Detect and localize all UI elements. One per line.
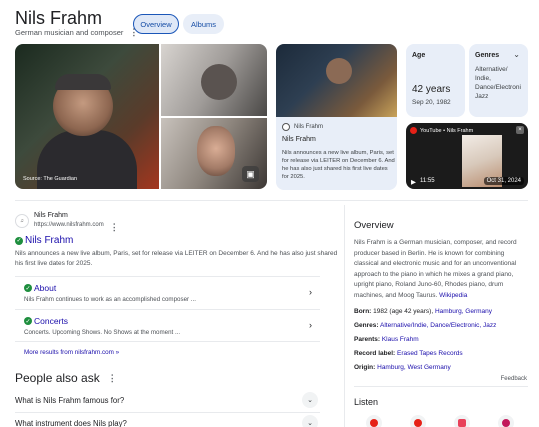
news-title: Nils Frahm xyxy=(282,136,316,143)
chevron-right-icon[interactable]: › xyxy=(309,320,312,330)
youtube-music-icon[interactable] xyxy=(366,415,382,427)
fact-link[interactable]: Alternative/Indie, Dance/Electronic, Jaz… xyxy=(380,322,496,329)
photo-top-right[interactable] xyxy=(161,44,267,116)
photo-cap xyxy=(55,74,111,90)
news-source: Nils Frahm xyxy=(282,123,323,131)
tab-albums[interactable]: Albums xyxy=(183,14,224,34)
sublink-title-text[interactable]: About xyxy=(34,283,56,293)
video-source: YouTube • Nils Frahm xyxy=(410,127,473,134)
paa-question-text[interactable]: What instrument does Nils play? xyxy=(15,419,127,427)
more-results-link[interactable]: More results from nilsfrahm.com » xyxy=(24,349,119,356)
chevron-right-icon[interactable]: › xyxy=(309,287,312,297)
fact-value: 1982 (age 42 years), xyxy=(373,308,434,315)
sublink-title-text[interactable]: Concerts xyxy=(34,316,68,326)
news-image xyxy=(276,44,397,117)
apple-music-icon[interactable] xyxy=(454,415,470,427)
fact-link[interactable]: Erased Tapes Records xyxy=(397,350,463,357)
sublink-concerts[interactable]: ✓ Concerts Concerts. Upcoming Shows. No … xyxy=(15,309,320,342)
wikipedia-link[interactable]: Wikipedia xyxy=(439,292,467,299)
subtitle-text: German musician and composer xyxy=(15,28,124,37)
overview-description: Nils Frahm is a German musician, compose… xyxy=(354,238,524,301)
chevron-down-icon[interactable]: ⌄ xyxy=(302,415,318,427)
check-icon: ✓ xyxy=(15,236,23,245)
video-source-label: YouTube • Nils Frahm xyxy=(420,127,474,134)
fact-genres: Genres: Alternative/Indie, Dance/Electro… xyxy=(354,322,496,329)
result-title-link[interactable]: ✓ Nils Frahm xyxy=(15,235,73,246)
panel-divider xyxy=(344,205,345,427)
image-caption: Source: The Guardian xyxy=(23,176,78,182)
sublink-title[interactable]: ✓ About xyxy=(24,283,56,293)
check-icon: ✓ xyxy=(24,317,32,325)
result-snippet: Nils announces a new live album, Paris, … xyxy=(15,250,338,267)
genres-value: Alternative/ Indie, Dance/Electroni Jazz xyxy=(475,66,521,100)
paa-question[interactable]: What instrument does Nils play? ⌄ xyxy=(15,414,320,427)
sublink-about[interactable]: ✓ About Nils Frahm continues to work as … xyxy=(15,276,320,308)
sublink-desc: Nils Frahm continues to work as an accom… xyxy=(24,296,196,303)
fact-link[interactable]: Klaus Frahm xyxy=(382,336,419,343)
overview-title: Overview xyxy=(354,220,394,231)
news-source-name: Nils Frahm xyxy=(294,124,324,130)
paa-heading: People also ask ⋮ xyxy=(15,371,117,385)
check-icon: ✓ xyxy=(24,284,32,292)
paa-question-text[interactable]: What is Nils Frahm famous for? xyxy=(15,396,124,405)
spotify-icon[interactable] xyxy=(410,415,426,427)
sublink-desc: Concerts. Upcoming Shows. No Shows at th… xyxy=(24,329,181,336)
fact-link[interactable]: Hamburg, Germany xyxy=(435,308,492,315)
news-snippet: Nils announces a new live album, Paris, … xyxy=(282,150,395,180)
overview-text: Nils Frahm is a German musician, compose… xyxy=(354,239,517,299)
site-url: https://www.nilsfrahm.com ⋮ xyxy=(34,222,119,233)
video-card[interactable]: YouTube • Nils Frahm × ▶ 11:55 Oct 31, 2… xyxy=(406,123,528,189)
paa-question[interactable]: What is Nils Frahm famous for? ⌄ xyxy=(15,391,320,413)
section-divider xyxy=(15,200,528,201)
fact-label: Parents: xyxy=(354,336,381,343)
fact-link[interactable]: Hamburg, West Germany xyxy=(377,364,451,371)
section-divider xyxy=(354,386,528,387)
fact-origin: Origin: Hamburg, West Germany xyxy=(354,364,451,371)
genres-card[interactable]: Genres ⌄ Alternative/ Indie, Dance/Elect… xyxy=(469,44,528,117)
page-title: Nils Frahm xyxy=(15,8,103,28)
feedback-link[interactable]: Feedback xyxy=(501,376,527,382)
fact-record-label: Record label: Erased Tapes Records xyxy=(354,350,463,357)
photo-face xyxy=(197,126,235,176)
genres-label: Genres xyxy=(475,52,500,59)
age-card[interactable]: Age 42 years Sep 20, 1982 xyxy=(406,44,465,117)
image-icon[interactable]: ▣ xyxy=(242,166,259,182)
result-title[interactable]: Nils Frahm xyxy=(25,235,73,246)
site-logo-icon[interactable]: ♫ xyxy=(15,214,29,228)
site-favicon-icon xyxy=(282,123,290,131)
age-label: Age xyxy=(412,52,426,59)
fact-label: Origin: xyxy=(354,364,376,371)
more-options-icon[interactable]: ⋮ xyxy=(108,373,117,384)
tab-overview[interactable]: Overview xyxy=(133,14,179,34)
news-card[interactable]: Nils Frahm Nils Frahm Nils announces a n… xyxy=(276,44,397,190)
fact-born: Born: 1982 (age 42 years), Hamburg, Germ… xyxy=(354,308,492,315)
play-icon[interactable]: ▶ xyxy=(411,178,416,186)
video-date: Oct 31, 2024 xyxy=(483,177,524,185)
fact-label: Record label: xyxy=(354,350,396,357)
photo-figure xyxy=(201,64,237,100)
page-subtitle: German musician and composer ⋮ xyxy=(15,27,138,38)
fact-label: Genres: xyxy=(354,322,379,329)
listen-title: Listen xyxy=(354,397,379,407)
age-value: 42 years xyxy=(412,84,451,95)
video-duration: 11:55 xyxy=(420,178,435,184)
main-photo[interactable] xyxy=(15,44,159,189)
chevron-down-icon[interactable]: ⌄ xyxy=(302,392,318,408)
fact-label: Born: xyxy=(354,308,372,315)
paa-title: People also ask xyxy=(15,371,100,385)
news-photo-figure xyxy=(326,58,352,84)
birth-date: Sep 20, 1982 xyxy=(412,99,451,106)
close-icon[interactable]: × xyxy=(516,126,524,134)
youtube-icon xyxy=(410,127,417,134)
chevron-down-icon[interactable]: ⌄ xyxy=(513,50,520,59)
site-name[interactable]: Nils Frahm xyxy=(34,212,68,219)
more-options-icon[interactable]: ⋮ xyxy=(110,222,119,233)
sublink-title[interactable]: ✓ Concerts xyxy=(24,316,68,326)
fact-parents: Parents: Klaus Frahm xyxy=(354,336,419,343)
deezer-icon[interactable] xyxy=(498,415,514,427)
site-url-text: https://www.nilsfrahm.com xyxy=(34,222,104,228)
